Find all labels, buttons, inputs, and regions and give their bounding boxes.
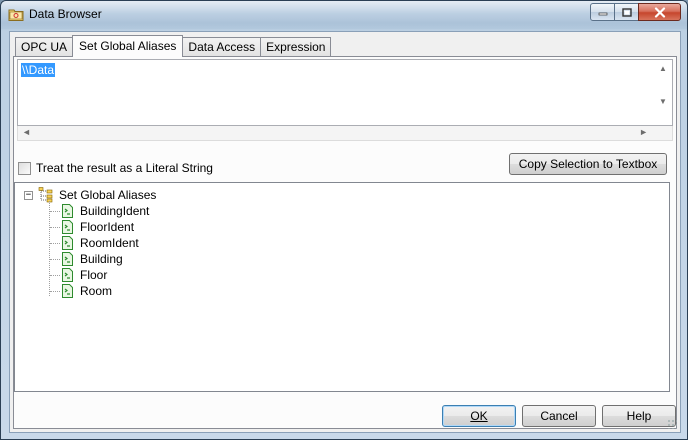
window-title: Data Browser	[29, 7, 102, 21]
maximize-icon	[621, 7, 632, 17]
scroll-left-arrow-icon[interactable]: ◄	[22, 127, 31, 137]
tree-item-floorident[interactable]: FloorIdent	[50, 219, 134, 235]
data-browser-window: Data Browser OPC UA Set Global Aliases D…	[0, 0, 688, 440]
selected-text: \\Data	[21, 63, 56, 77]
copy-selection-button[interactable]: Copy Selection to Textbox	[509, 153, 667, 175]
path-textbox[interactable]: \\Data ▲ ▼	[17, 59, 673, 126]
alias-tree-view[interactable]: − Set Global Aliases BuildingIdent Floor…	[14, 182, 670, 392]
alias-tree-icon	[38, 187, 53, 203]
maximize-button[interactable]	[614, 3, 639, 21]
tree-item-label: RoomIdent	[80, 236, 139, 250]
tag-icon	[62, 268, 73, 282]
scroll-right-arrow-icon[interactable]: ►	[639, 127, 648, 137]
minimize-icon	[598, 12, 607, 16]
tree-root-node[interactable]: − Set Global Aliases	[24, 187, 156, 203]
tree-item-floor[interactable]: Floor	[50, 267, 107, 283]
tab-opc-ua[interactable]: OPC UA	[15, 37, 74, 56]
tree-root-label: Set Global Aliases	[59, 188, 157, 202]
scroll-down-arrow-icon[interactable]: ▼	[657, 97, 669, 106]
tree-item-label: Building	[80, 252, 123, 266]
close-icon	[654, 6, 665, 18]
tab-panel: \\Data ▲ ▼ ◄ ► Treat the result as a Lit…	[13, 56, 677, 429]
tree-item-room[interactable]: Room	[50, 283, 112, 299]
resize-grip[interactable]	[667, 419, 677, 429]
tag-icon	[62, 204, 73, 218]
tag-icon	[62, 236, 73, 250]
tag-icon	[62, 284, 73, 298]
ok-button[interactable]: OK	[442, 405, 516, 427]
ok-button-label: OK	[470, 409, 488, 423]
folder-browser-icon	[8, 9, 24, 21]
tree-item-buildingident[interactable]: BuildingIdent	[50, 203, 149, 219]
path-textbox-value: \\Data	[21, 63, 56, 77]
tree-item-label: BuildingIdent	[80, 204, 150, 218]
tag-icon	[62, 220, 73, 234]
literal-string-option[interactable]: Treat the result as a Literal String	[18, 161, 213, 175]
dialog-client-area: OPC UA Set Global Aliases Data Access Ex…	[9, 31, 681, 433]
tab-expression[interactable]: Expression	[260, 37, 332, 56]
tree-item-label: FloorIdent	[80, 220, 135, 234]
minimize-button[interactable]	[590, 3, 615, 21]
tab-set-global-aliases[interactable]: Set Global Aliases	[72, 35, 184, 57]
title-bar[interactable]: Data Browser	[1, 1, 687, 29]
tab-strip: OPC UA Set Global Aliases Data Access Ex…	[15, 35, 332, 57]
cancel-button[interactable]: Cancel	[522, 405, 596, 427]
horizontal-scrollbar[interactable]: ◄ ►	[17, 126, 673, 141]
tree-item-building[interactable]: Building	[50, 251, 123, 267]
tag-icon	[62, 252, 73, 266]
scroll-up-arrow-icon[interactable]: ▲	[657, 64, 669, 73]
tree-item-label: Floor	[80, 268, 108, 282]
close-button[interactable]	[638, 3, 681, 21]
collapse-icon[interactable]: −	[24, 190, 33, 200]
tree-item-label: Room	[80, 284, 113, 298]
literal-string-checkbox[interactable]	[18, 161, 31, 175]
tab-data-access[interactable]: Data Access	[182, 37, 262, 56]
tree-item-roomident[interactable]: RoomIdent	[50, 235, 139, 251]
literal-string-label: Treat the result as a Literal String	[36, 161, 213, 175]
help-button[interactable]: Help	[602, 405, 676, 427]
